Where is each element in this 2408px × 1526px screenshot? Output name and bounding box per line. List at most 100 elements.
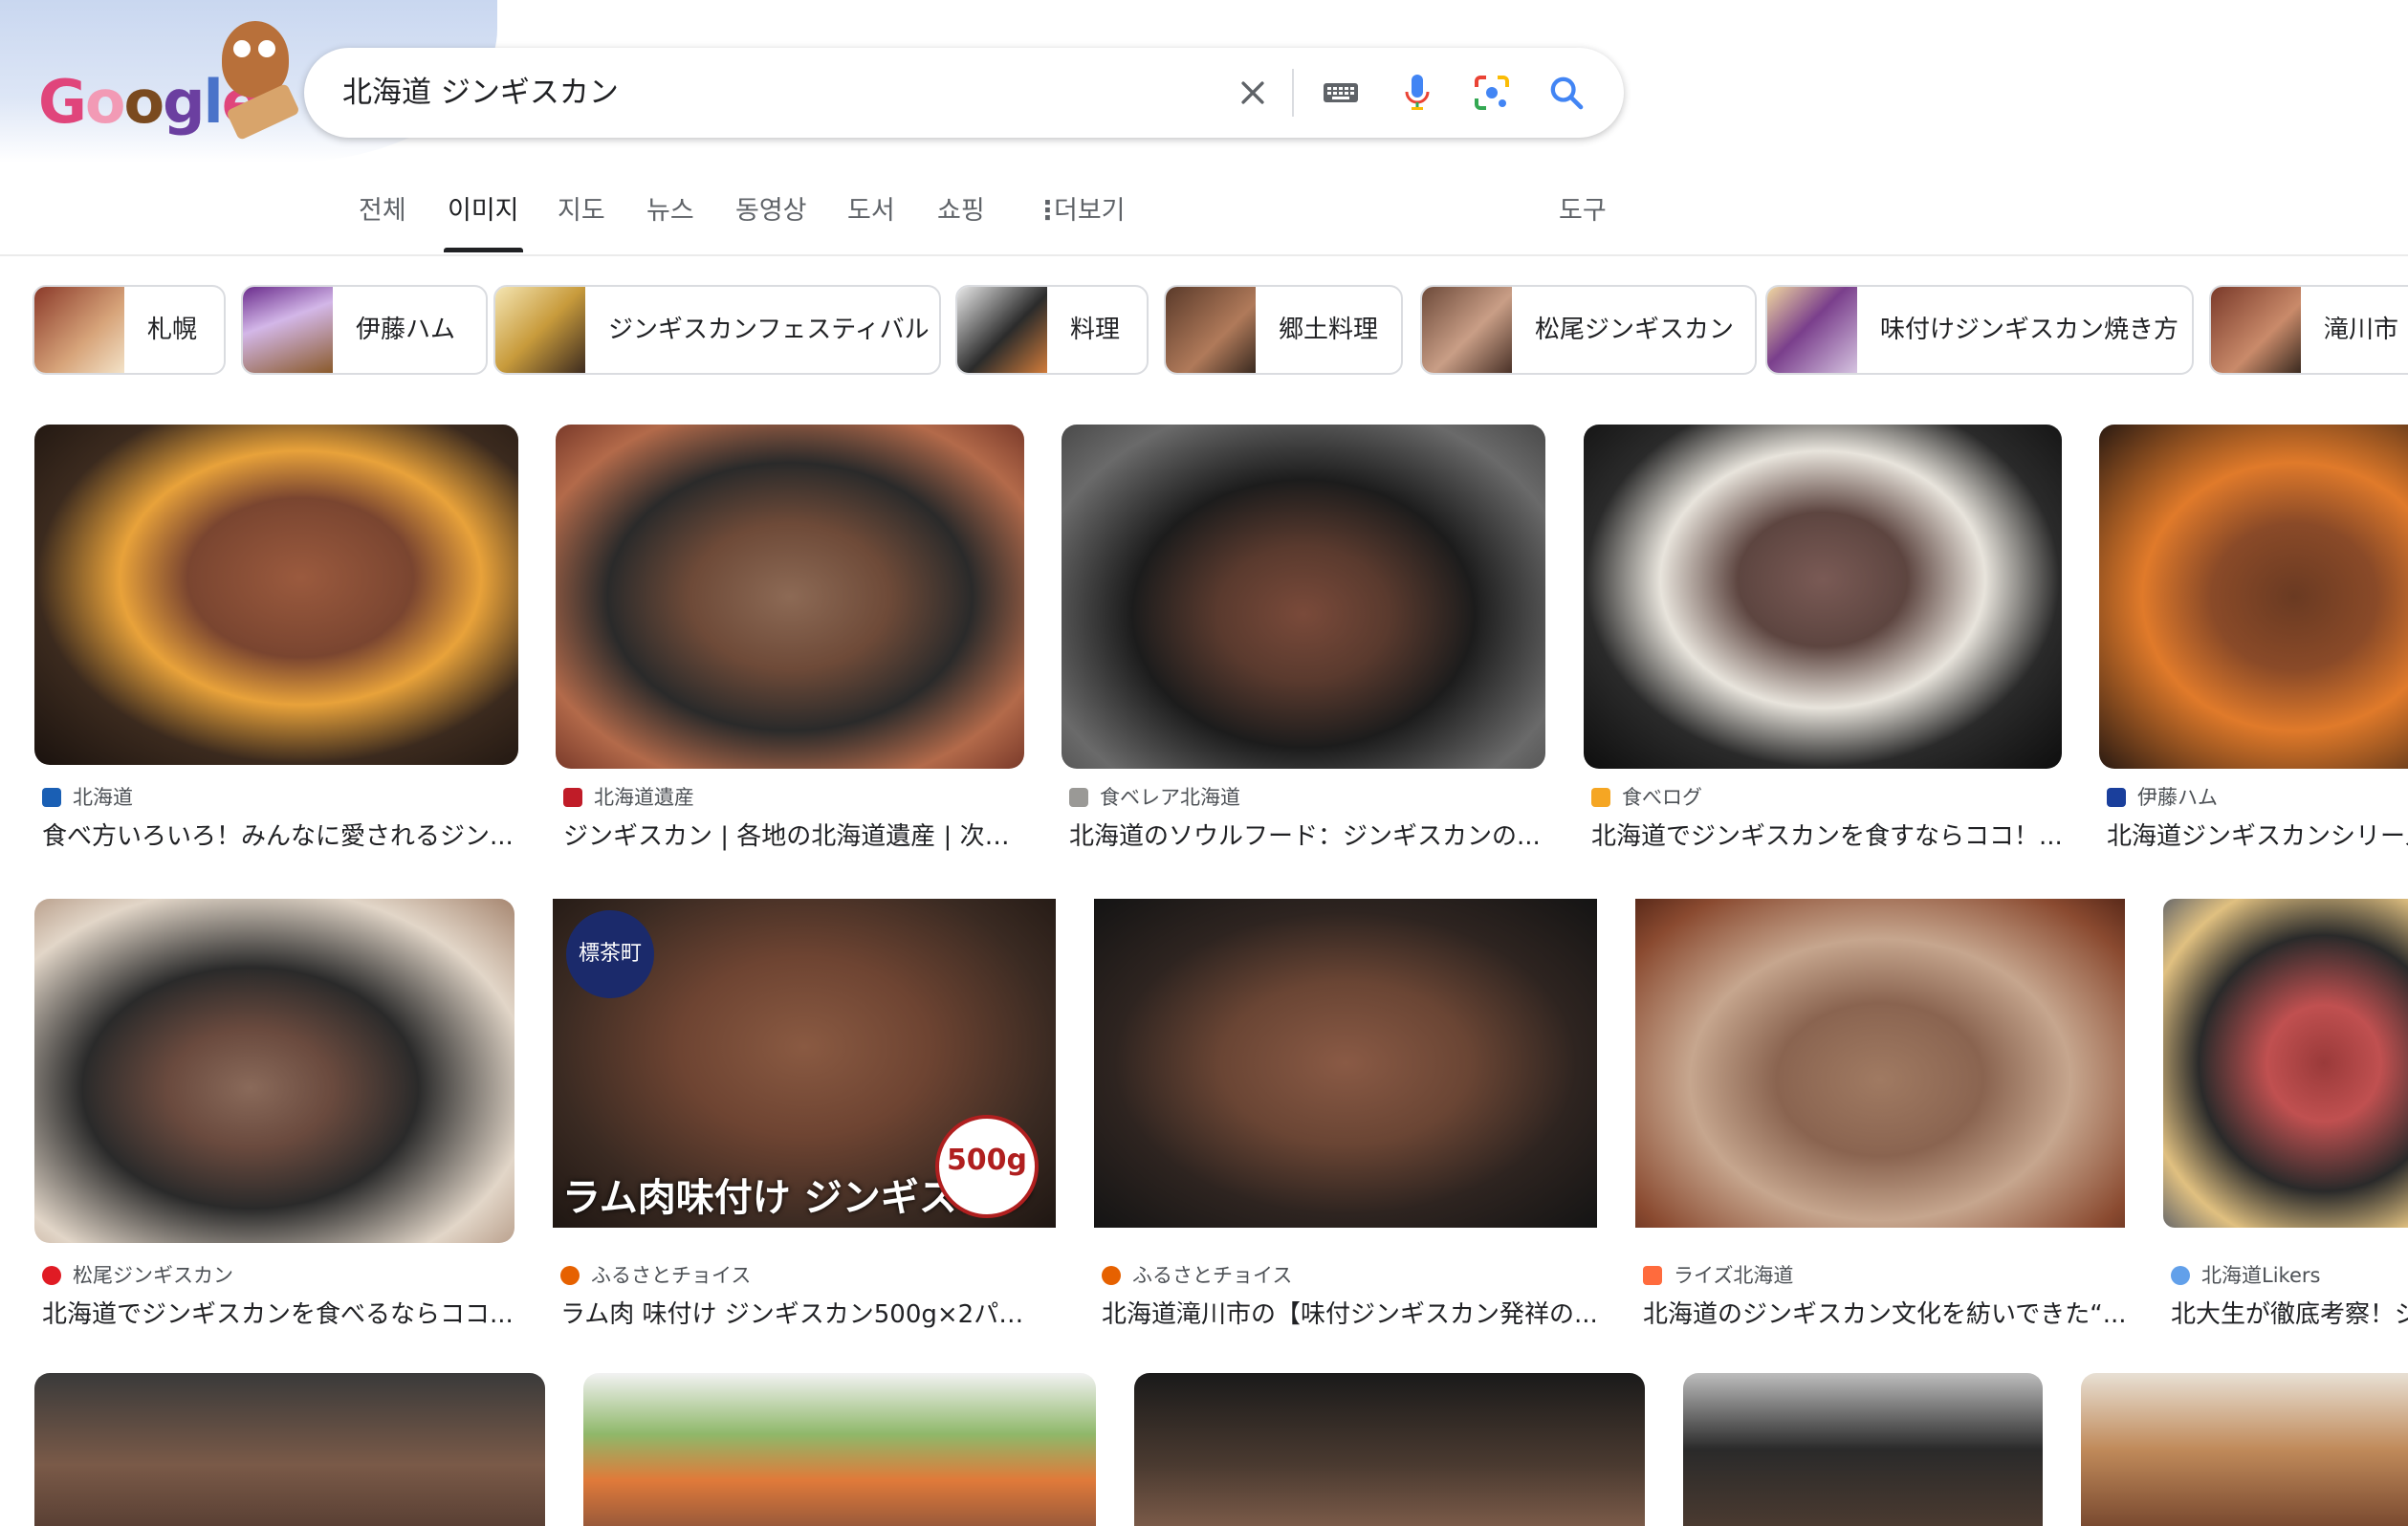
tab-news[interactable]: 뉴스: [646, 191, 694, 252]
favicon-icon: [42, 1266, 61, 1285]
tab-all[interactable]: 전체: [359, 191, 406, 252]
source-label: 松尾ジンギスカン: [73, 1264, 233, 1287]
favicon-icon: [42, 788, 61, 807]
result-thumbnail[interactable]: [1062, 425, 1545, 769]
chip-thumbnail: [957, 287, 1047, 373]
chip-label: 料理: [1070, 316, 1121, 344]
chip-itoham[interactable]: 伊藤ハム: [241, 285, 488, 375]
chip-thumbnail: [1767, 287, 1857, 373]
lens-icon[interactable]: [1463, 64, 1521, 121]
result-thumbnail[interactable]: [1635, 899, 2125, 1228]
result-title[interactable]: 北海道でジンギスカンを食すならココ！...: [1591, 817, 2066, 852]
search-box[interactable]: 北海道 ジンギスカン: [304, 48, 1624, 138]
chip-cuisine[interactable]: 料理: [955, 285, 1149, 375]
tab-maps[interactable]: 지도: [558, 191, 605, 252]
source-label: 北海道Likers: [2201, 1264, 2321, 1287]
result-source[interactable]: ふるさとチョイス: [560, 1260, 751, 1289]
search-icon[interactable]: [1538, 64, 1595, 121]
result-source[interactable]: 食ベレア北海道: [1069, 782, 1240, 811]
chip-how-to-grill[interactable]: 味付けジンギスカン焼き方: [1765, 285, 2194, 375]
result-thumbnail[interactable]: [1094, 899, 1597, 1228]
favicon-icon: [1643, 1266, 1662, 1285]
source-label: ふるさとチョイス: [1132, 1264, 1293, 1287]
chip-matsuo[interactable]: 松尾ジンギスカン: [1420, 285, 1757, 375]
chip-thumbnail: [495, 287, 585, 373]
microphone-icon[interactable]: [1389, 64, 1446, 121]
tab-books[interactable]: 도서: [847, 191, 895, 252]
result-thumbnail[interactable]: [34, 1373, 545, 1526]
search-divider: [1292, 69, 1294, 117]
chip-festival[interactable]: ジンギスカンフェスティバル: [493, 285, 941, 375]
chip-label: 味付けジンギスカン焼き方: [1880, 316, 2179, 344]
favicon-icon: [560, 1266, 580, 1285]
result-thumbnail[interactable]: [34, 899, 514, 1243]
result-thumbnail[interactable]: [2099, 425, 2408, 769]
favicon-icon: [2107, 788, 2126, 807]
result-title[interactable]: 北海道ジンギスカンシリーズ: [2107, 817, 2408, 852]
result-thumbnail[interactable]: [34, 425, 518, 765]
result-thumbnail[interactable]: [2163, 899, 2408, 1228]
result-title[interactable]: 食べ方いろいろ！みんなに愛されるジン...: [42, 817, 520, 852]
result-source[interactable]: ふるさとチョイス: [1102, 1260, 1292, 1289]
chip-label: ジンギスカンフェスティバル: [608, 316, 930, 344]
chip-thumbnail: [34, 287, 124, 373]
chip-label: 郷土料理: [1279, 316, 1379, 344]
weight-badge: 500g: [935, 1115, 1039, 1218]
result-thumbnail[interactable]: [1134, 1373, 1645, 1526]
chip-thumbnail: [243, 287, 333, 373]
chip-thumbnail: [1166, 287, 1256, 373]
logo-letter: g: [163, 67, 205, 137]
result-thumbnail[interactable]: [1683, 1373, 2043, 1526]
logo-letter: o: [84, 67, 126, 137]
result-thumbnail[interactable]: [556, 425, 1024, 769]
result-thumbnail[interactable]: [583, 1373, 1096, 1526]
source-label: 食べログ: [1622, 786, 1702, 809]
source-label: 伊藤ハム: [2137, 786, 2218, 809]
result-title[interactable]: 北海道でジンギスカンを食べるならココ...: [42, 1295, 520, 1330]
tab-more[interactable]: ⋮더보기: [1035, 191, 1126, 252]
town-stamp: 標茶町: [566, 910, 654, 998]
search-input[interactable]: 北海道 ジンギスカン: [342, 48, 619, 138]
result-source[interactable]: 北海道Likers: [2171, 1260, 2320, 1289]
chip-label: 松尾ジンギスカン: [1535, 316, 1735, 344]
source-label: 北海道遺産: [594, 786, 694, 809]
tab-tools[interactable]: 도구: [1559, 191, 1607, 252]
chip-label: 伊藤ハム: [356, 316, 456, 344]
clear-icon[interactable]: [1224, 64, 1281, 121]
favicon-icon: [1591, 788, 1610, 807]
favicon-icon: [563, 788, 582, 807]
tab-images[interactable]: 이미지: [444, 191, 523, 252]
result-thumbnail[interactable]: 標茶町 ラム肉味付け ジンギスカン 500g: [553, 899, 1056, 1228]
tab-shopping[interactable]: 쇼핑: [937, 191, 985, 252]
result-source[interactable]: 食べログ: [1591, 782, 1702, 811]
result-title[interactable]: 北海道のソウルフード：ジンギスカンの...: [1069, 817, 1547, 852]
source-label: 北海道: [73, 786, 133, 809]
favicon-icon: [1102, 1266, 1121, 1285]
result-source[interactable]: ライズ北海道: [1643, 1260, 1793, 1289]
result-title[interactable]: 北大生が徹底考察！ジ: [2171, 1295, 2408, 1330]
result-thumbnail[interactable]: [1584, 425, 2062, 769]
result-source[interactable]: 松尾ジンギスカン: [42, 1260, 233, 1289]
result-title[interactable]: ラム肉 味付け ジンギスカン500g×2パッ...: [560, 1295, 1039, 1330]
logo-letter: o: [123, 67, 165, 137]
chip-sapporo[interactable]: 札幌: [33, 285, 226, 375]
result-title[interactable]: ジンギスカン | 各地の北海道遺産 | 次の...: [563, 817, 1032, 852]
tab-more-label: 더보기: [1054, 196, 1126, 226]
result-thumbnail[interactable]: [2081, 1373, 2408, 1526]
result-source[interactable]: 北海道: [42, 782, 133, 811]
source-label: 食ベレア北海道: [1100, 786, 1240, 809]
chip-takikawa[interactable]: 滝川市: [2209, 285, 2408, 375]
keyboard-icon[interactable]: [1312, 64, 1369, 121]
chip-thumbnail: [2211, 287, 2301, 373]
chip-local-cuisine[interactable]: 郷土料理: [1164, 285, 1403, 375]
chip-label: 札幌: [147, 316, 198, 344]
logo-letter: G: [38, 67, 87, 137]
favicon-icon: [2171, 1266, 2190, 1285]
result-title[interactable]: 北海道滝川市の【味付ジンギスカン発祥の...: [1102, 1295, 1605, 1330]
result-title[interactable]: 北海道のジンギスカン文化を紡いできた“...: [1643, 1295, 2133, 1330]
source-label: ふるさとチョイス: [591, 1264, 752, 1287]
search-tabs: 전체 이미지 지도 뉴스 동영상 도서 쇼핑 ⋮더보기 도구: [0, 191, 2408, 256]
result-source[interactable]: 北海道遺産: [563, 782, 694, 811]
result-source[interactable]: 伊藤ハム: [2107, 782, 2218, 811]
tab-videos[interactable]: 동영상: [735, 191, 807, 252]
